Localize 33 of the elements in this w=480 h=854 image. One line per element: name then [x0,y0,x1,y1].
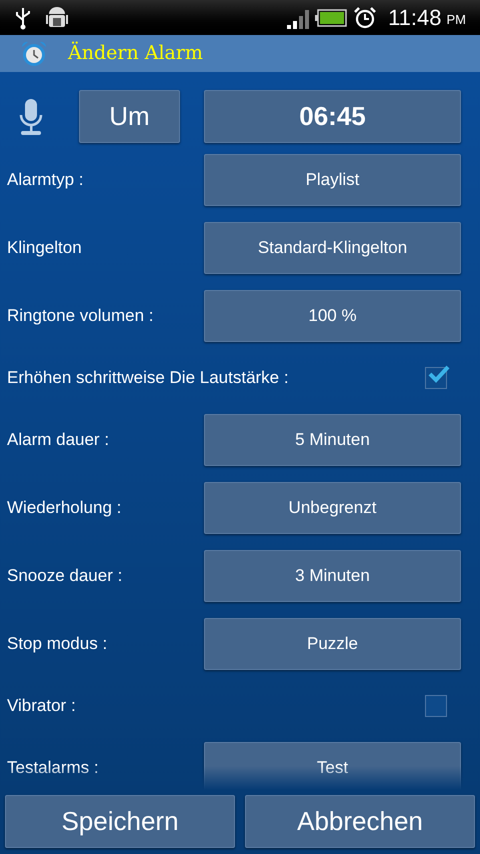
setting-value-button[interactable]: Puzzle [204,618,461,670]
setting-value-button[interactable]: 100 % [204,290,461,342]
setting-label: Klingelton [7,237,83,260]
checkbox[interactable] [425,695,447,717]
battery-icon [315,8,348,26]
footer-button[interactable]: Abbrechen [245,795,475,848]
setting-value-button[interactable]: Unbegrenzt [204,482,461,534]
setting-label: Alarm dauer : [7,429,110,452]
setting-value-button[interactable]: 3 Minuten [204,550,461,602]
setting-label: Stop modus : [7,633,108,656]
setting-label: Wiederholung : [7,497,122,520]
microphone-icon [18,96,44,136]
setting-label: Vibrator : [7,695,76,718]
alarm-clock-icon [354,6,376,28]
time-button[interactable]: 06:45 [204,90,461,143]
checkmark-icon [427,364,451,384]
setting-label: Testalarms : [7,757,100,780]
setting-label: Erhöhen schrittweise Die Lautstärke : [7,367,289,390]
setting-label: Ringtone volumen : [7,305,154,328]
setting-value-button[interactable]: Test [204,742,461,790]
clock-time: 11:48 [388,4,442,32]
clock-ampm: PM [446,10,466,29]
alarm-clock-icon [20,40,48,68]
footer-button[interactable]: Speichern [5,795,235,848]
window-title: Ändern Alarm [68,40,203,66]
setting-label: Snooze dauer : [7,565,124,588]
usb-icon [14,6,32,30]
setting-value-button[interactable]: Playlist [204,154,461,206]
mode-button[interactable]: Um [79,90,180,143]
setting-value-button[interactable]: 5 Minuten [204,414,461,466]
setting-label: Alarmtyp : [7,169,85,192]
setting-value-button[interactable]: Standard-Klingelton [204,222,461,274]
checkbox[interactable] [425,367,447,389]
